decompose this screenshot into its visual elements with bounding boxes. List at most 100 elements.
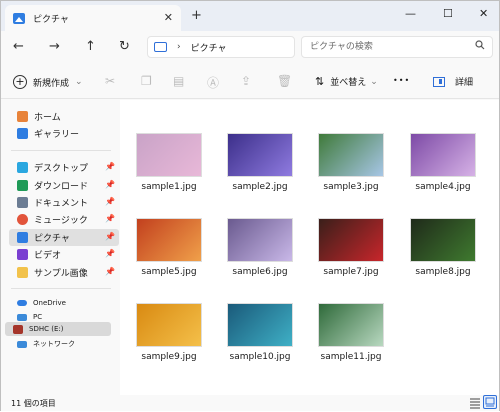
pin-icon: 📌 <box>105 197 115 206</box>
share-icon[interactable]: ⇪ <box>241 74 251 88</box>
pin-icon: 📌 <box>105 180 115 189</box>
sidebar-item-pictures[interactable]: ピクチャ 📌 <box>9 229 119 246</box>
breadcrumb-pictures[interactable]: ピクチャ <box>191 41 227 54</box>
details-pane-icon <box>433 76 445 87</box>
file-name[interactable]: sample7.jpg <box>305 267 397 277</box>
file-name[interactable]: sample4.jpg <box>397 182 489 192</box>
file-thumbnail[interactable] <box>136 303 202 347</box>
file-name[interactable]: sample11.jpg <box>305 352 397 362</box>
pin-icon: 📌 <box>105 249 115 258</box>
tab-close-icon[interactable]: ✕ <box>164 11 173 24</box>
sidebar-item-documents[interactable]: ドキュメント 📌 <box>9 194 119 211</box>
plus-icon: + <box>13 75 27 89</box>
sidebar-item-music[interactable]: ミュージック 📌 <box>9 211 119 228</box>
sidebar-item-onedrive[interactable]: OneDrive <box>9 296 119 310</box>
file-name[interactable]: sample2.jpg <box>214 182 306 192</box>
file-thumbnail[interactable] <box>227 303 293 347</box>
sidebar-item-label: PC <box>33 313 43 321</box>
sidebar-item-label: OneDrive <box>33 299 66 307</box>
search-icon[interactable] <box>475 40 485 53</box>
file-name[interactable]: sample8.jpg <box>397 267 489 277</box>
file-name[interactable]: sample10.jpg <box>214 352 306 362</box>
title-bar: ピクチャ ✕ + — ☐ ✕ <box>1 1 499 31</box>
file-thumbnail[interactable] <box>227 218 293 262</box>
copy-icon[interactable]: ❐ <box>141 74 152 88</box>
file-name[interactable]: sample9.jpg <box>123 352 215 362</box>
large-icons-view-button[interactable] <box>483 395 497 409</box>
file-name[interactable]: sample3.jpg <box>305 182 397 192</box>
navigation-pane: ホーム ギャラリー デスクトップ 📌 ダウンロード 📌 ドキュメント 📌 ミュー… <box>1 100 119 395</box>
pin-icon: 📌 <box>105 214 115 223</box>
file-thumbnail[interactable] <box>136 133 202 177</box>
sidebar-item-videos[interactable]: ビデオ 📌 <box>9 246 119 263</box>
file-thumbnail[interactable] <box>318 303 384 347</box>
sidebar-item-desktop[interactable]: デスクトップ 📌 <box>9 159 119 176</box>
pin-icon: 📌 <box>105 267 115 276</box>
gallery-icon <box>17 128 28 139</box>
sidebar-item-network[interactable]: ネットワーク <box>9 337 119 351</box>
music-icon <box>17 214 28 225</box>
file-explorer-window: ピクチャ ✕ + — ☐ ✕ ← → ↑ ↻ › ピクチャ ピクチャの検索 + … <box>0 0 500 411</box>
file-name[interactable]: sample5.jpg <box>123 267 215 277</box>
rename-icon[interactable]: Ⓐ <box>207 74 219 91</box>
sidebar-item-sdhc[interactable]: SDHC (E:) <box>5 322 111 336</box>
sidebar-item-downloads[interactable]: ダウンロード 📌 <box>9 177 119 194</box>
file-thumbnail[interactable] <box>318 218 384 262</box>
more-options-button[interactable]: ••• <box>393 76 410 85</box>
sidebar-item-label: ピクチャ <box>34 234 70 244</box>
details-pane-button[interactable]: 詳細 <box>433 75 473 88</box>
sort-icon: ⇅ <box>315 75 325 88</box>
up-button[interactable]: ↑ <box>85 39 96 54</box>
file-thumbnail[interactable] <box>136 218 202 262</box>
grid-view-icon <box>485 397 495 407</box>
chevron-down-icon: ⌄ <box>370 76 378 87</box>
file-thumbnail[interactable] <box>227 133 293 177</box>
file-thumbnail[interactable] <box>318 133 384 177</box>
file-thumbnail[interactable] <box>410 133 476 177</box>
sidebar-item-sample-images[interactable]: サンプル画像 📌 <box>9 264 119 281</box>
sort-button[interactable]: ⇅ 並べ替え ⌄ <box>315 75 378 88</box>
file-name[interactable]: sample6.jpg <box>214 267 306 277</box>
pictures-icon <box>13 12 25 24</box>
download-icon <box>17 180 28 191</box>
paste-icon[interactable]: ▤ <box>173 74 184 88</box>
address-bar[interactable]: › ピクチャ <box>147 36 295 58</box>
item-count: 11 個の項目 <box>11 399 56 408</box>
pictures-icon <box>17 232 28 243</box>
documents-icon <box>17 197 28 208</box>
sidebar-item-label: ネットワーク <box>33 340 75 348</box>
file-thumbnail[interactable] <box>410 218 476 262</box>
sidebar-item-gallery[interactable]: ギャラリー <box>9 125 119 142</box>
sidebar-item-label: ミュージック <box>34 216 88 226</box>
delete-icon[interactable]: 🗑 <box>277 74 292 88</box>
divider <box>11 150 111 151</box>
pin-icon: 📌 <box>105 162 115 171</box>
details-view-button[interactable] <box>469 397 481 409</box>
sidebar-item-label: ホーム <box>34 113 61 123</box>
cut-icon[interactable]: ✂ <box>105 74 115 88</box>
forward-button[interactable]: → <box>49 39 60 54</box>
sidebar-item-label: ドキュメント <box>34 199 89 209</box>
sd-card-icon <box>13 324 23 334</box>
maximize-button[interactable]: ☐ <box>443 7 453 20</box>
new-tab-button[interactable]: + <box>191 8 202 23</box>
close-window-button[interactable]: ✕ <box>479 7 488 20</box>
home-icon <box>17 111 28 122</box>
divider <box>11 288 111 289</box>
sidebar-item-label: サンプル画像 <box>34 269 88 279</box>
videos-icon <box>17 249 28 260</box>
file-name[interactable]: sample1.jpg <box>123 182 215 192</box>
pc-icon <box>17 313 27 321</box>
tab-title: ピクチャ <box>33 14 69 25</box>
search-input[interactable]: ピクチャの検索 <box>301 36 493 58</box>
tab-pictures[interactable]: ピクチャ ✕ <box>5 5 181 31</box>
sidebar-item-home[interactable]: ホーム <box>9 108 119 125</box>
sort-label: 並べ替え <box>330 78 367 88</box>
network-icon <box>17 340 27 348</box>
pin-icon: 📌 <box>105 232 115 241</box>
folder-icon <box>17 267 28 278</box>
new-button[interactable]: + 新規作成 ⌄ <box>13 75 83 89</box>
refresh-button[interactable]: ↻ <box>119 39 130 54</box>
minimize-button[interactable]: — <box>405 7 416 20</box>
back-button[interactable]: ← <box>13 39 24 54</box>
